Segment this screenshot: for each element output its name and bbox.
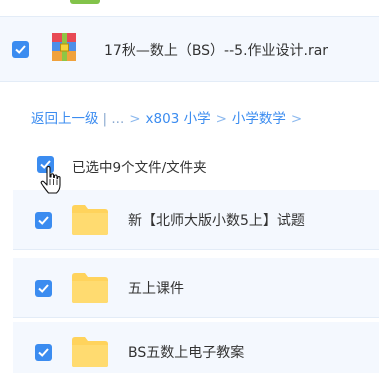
rar-archive-icon [52, 33, 76, 61]
folder-icon [72, 205, 108, 235]
breadcrumb-divider: | [102, 111, 108, 127]
file-row[interactable]: 17秋—数上（BS）--5.作业设计.rar [0, 16, 379, 82]
folder-checkbox[interactable] [35, 212, 52, 229]
file-row-checkbox[interactable] [12, 41, 29, 58]
folder-name[interactable]: 五上课件 [128, 278, 184, 298]
hand-pointer-cursor-icon [40, 166, 61, 194]
checkmark-icon [15, 45, 26, 54]
folder-row[interactable]: BS五数上电子教案 [13, 322, 379, 373]
selection-summary: 已选中9个文件/文件夹 [72, 160, 207, 176]
breadcrumb-ellipsis[interactable]: ... [111, 111, 124, 127]
folder-checkbox[interactable] [35, 344, 52, 361]
folder-row[interactable]: 五上课件 [13, 258, 379, 318]
folder-icon [72, 337, 108, 367]
breadcrumb-separator: > [129, 111, 141, 127]
checkmark-icon [38, 216, 49, 225]
folder-name[interactable]: BS五数上电子教案 [128, 342, 244, 362]
previous-row-peek [0, 0, 379, 16]
breadcrumb-separator: > [215, 111, 227, 127]
file-icon-peek [70, 0, 100, 4]
folder-row[interactable]: 新【北师大版小数5上】试题 [13, 190, 379, 250]
file-name[interactable]: 17秋—数上（BS）--5.作业设计.rar [104, 40, 328, 60]
back-link[interactable]: 返回上一级 [31, 111, 99, 127]
checkmark-icon [38, 348, 49, 357]
folder-icon [72, 273, 108, 303]
breadcrumb-item[interactable]: x803 小学 [146, 111, 211, 127]
checkmark-icon [38, 284, 49, 293]
breadcrumb: 返回上一级 | ... > x803 小学 > 小学数学 > [31, 107, 307, 127]
breadcrumb-item[interactable]: 小学数学 [232, 111, 286, 127]
breadcrumb-separator: > [290, 111, 303, 127]
folder-name[interactable]: 新【北师大版小数5上】试题 [128, 210, 305, 230]
folder-checkbox[interactable] [35, 280, 52, 297]
